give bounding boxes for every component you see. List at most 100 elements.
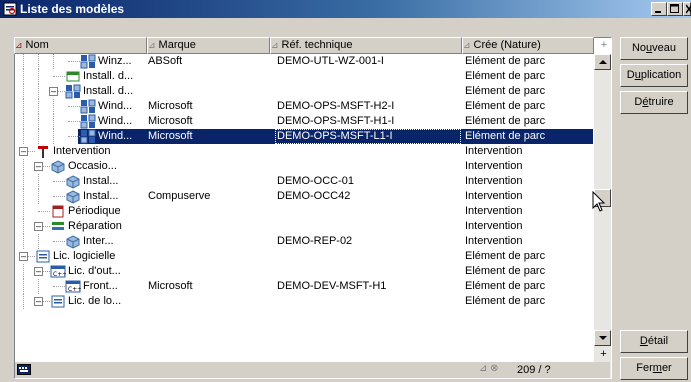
tree-guide-line	[23, 219, 24, 234]
svg-text:C++: C++	[53, 271, 66, 278]
tree-branch-line	[53, 76, 65, 77]
tree-row[interactable]: – Lic. logicielle Elément de parc	[15, 249, 593, 264]
new-button[interactable]: Nouveau	[620, 37, 688, 60]
cell-brand	[148, 264, 268, 279]
close-button[interactable]	[683, 2, 691, 16]
cell-name: Front...	[83, 280, 118, 292]
column-header-marque[interactable]: ⊿ Marque	[147, 37, 270, 54]
tree-expander[interactable]: –	[49, 87, 58, 96]
tree-guide-line	[53, 99, 54, 114]
tree-row[interactable]: Instal... Compuserve DEMO-OCC42 Interventio…	[15, 189, 593, 204]
detail-button[interactable]: Détail	[620, 330, 688, 353]
cell-nature: Elément de parc	[465, 280, 546, 292]
cell-name: Lic. logicielle	[53, 250, 116, 262]
column-header-ref[interactable]: ⊿ Réf. technique	[270, 37, 462, 54]
cell-ref: DEMO-OPS-MSFT-H1-I	[277, 115, 395, 127]
status-bar: ⊿ ⊗ 209 / ?	[15, 362, 610, 378]
tree-guide-line	[38, 69, 39, 84]
cell-nature: Intervention	[465, 205, 523, 217]
tree-row[interactable]: Instal... DEMO-OCC-01 Intervention	[15, 174, 593, 189]
column-label: Crée (Nature)	[473, 39, 541, 51]
cell-nature: Intervention	[465, 145, 523, 157]
installation-icon	[66, 71, 80, 82]
tree-row[interactable]: – Intervention Intervention	[15, 144, 593, 159]
tree-expander[interactable]: –	[19, 147, 28, 156]
cell-name: Winz...	[98, 55, 132, 67]
software-model-icon	[80, 54, 96, 69]
tree-row[interactable]: – C++ Lic. d'out... Elément de parc	[15, 264, 593, 279]
cell-ref	[277, 144, 461, 159]
expand-all-button[interactable]: +	[596, 347, 611, 362]
column-label: Nom	[25, 39, 49, 51]
tree-expander[interactable]: –	[19, 252, 28, 261]
cell-ref: DEMO-OCC-01	[277, 175, 355, 187]
button-label: plication	[640, 69, 682, 81]
cell-nature: Elément de parc	[465, 250, 546, 262]
tree-expander[interactable]: –	[34, 222, 43, 231]
cell-nature: Elément de parc	[465, 55, 546, 67]
cell-brand	[148, 144, 268, 159]
tree-expander[interactable]: –	[34, 162, 43, 171]
tree-row[interactable]: Wind... Microsoft DEMO-OPS-MSFT-L1-I Elémen…	[15, 129, 593, 144]
tree-branch-line	[68, 106, 80, 107]
tree-row[interactable]: Install. d... Elément de parc	[15, 69, 593, 84]
tree-row[interactable]: Winz... ABSoft DEMO-UTL-WZ-001-I Elément de…	[15, 54, 593, 69]
cell-nature: Elément de parc	[465, 100, 546, 112]
column-header-nom[interactable]: ⊿ Nom	[14, 37, 147, 54]
tree-row[interactable]: – Lic. de lo... Elément de parc	[15, 294, 593, 309]
tree-branch-line	[68, 61, 80, 62]
tree-guide-line	[38, 99, 39, 114]
title-bar[interactable]: Liste des modèles	[0, 0, 691, 18]
tree-guide-line	[23, 294, 24, 309]
tree-branch-line	[68, 121, 80, 122]
cell-name: Wind...	[98, 115, 133, 127]
arrow-up-icon	[599, 60, 607, 64]
tree-row[interactable]: Wind... Microsoft DEMO-OPS-MSFT-H1-I Elémen…	[15, 114, 593, 129]
tree-guide-line	[23, 54, 24, 69]
tree-guide-line	[53, 129, 54, 144]
cell-name: Instal...	[83, 190, 119, 202]
duplicate-button[interactable]: Duplication	[620, 64, 688, 87]
scroll-up-button[interactable]	[594, 54, 611, 70]
cell-brand	[148, 84, 268, 99]
cell-name: Install. d...	[83, 85, 134, 97]
window-title: Liste des modèles	[20, 2, 125, 16]
cell-nature: Intervention	[465, 175, 523, 187]
tree-row[interactable]: Wind... Microsoft DEMO-OPS-MSFT-H2-I Elémen…	[15, 99, 593, 114]
vertical-scrollbar[interactable]	[594, 54, 611, 378]
close-icon	[686, 4, 691, 14]
cell-brand: Microsoft	[148, 280, 193, 292]
scroll-down-button[interactable]	[594, 330, 611, 346]
cube-icon	[66, 235, 80, 249]
tree-guide-line	[38, 54, 39, 69]
tree-expander[interactable]: –	[34, 267, 43, 276]
column-label: Réf. technique	[281, 39, 353, 51]
cpp-license-icon: C++	[50, 265, 66, 278]
cell-name: Instal...	[83, 175, 119, 187]
column-header-nature[interactable]: ⊿ Crée (Nature)	[462, 37, 594, 54]
tree-row[interactable]: C++ Front... Microsoft DEMO-DEV-MSFT-H1 Elém…	[15, 279, 593, 294]
tree-branch-line	[53, 241, 65, 242]
svg-text:C++: C++	[68, 286, 81, 293]
tree-row[interactable]: – Install. d... Elément de parc	[15, 84, 593, 99]
minimize-button[interactable]	[651, 2, 667, 16]
cell-brand: Compuserve	[148, 190, 211, 202]
license-icon	[51, 295, 65, 308]
tree-guide-line	[38, 84, 39, 99]
cell-name: Wind...	[98, 130, 133, 142]
close-window-button[interactable]: Fermer	[620, 357, 688, 380]
delete-button[interactable]: Détruire	[620, 91, 688, 114]
tree-row[interactable]: – Réparation Intervention	[15, 219, 593, 234]
cell-nature: Intervention	[465, 160, 523, 172]
repair-icon	[52, 222, 64, 230]
tree-expander[interactable]: –	[34, 297, 43, 306]
cell-nature: Elément de parc	[465, 115, 546, 127]
tree-row[interactable]: – Occasio... Intervention	[15, 159, 593, 174]
button-label: étail	[647, 335, 669, 347]
tree-guide-line	[23, 129, 24, 144]
tree-row[interactable]: Périodique Intervention	[15, 204, 593, 219]
button-label: No	[631, 42, 647, 54]
add-column-button[interactable]: +	[596, 37, 612, 54]
maximize-button[interactable]	[667, 2, 683, 16]
tree-row[interactable]: Inter... DEMO-REP-02 Intervention	[15, 234, 593, 249]
